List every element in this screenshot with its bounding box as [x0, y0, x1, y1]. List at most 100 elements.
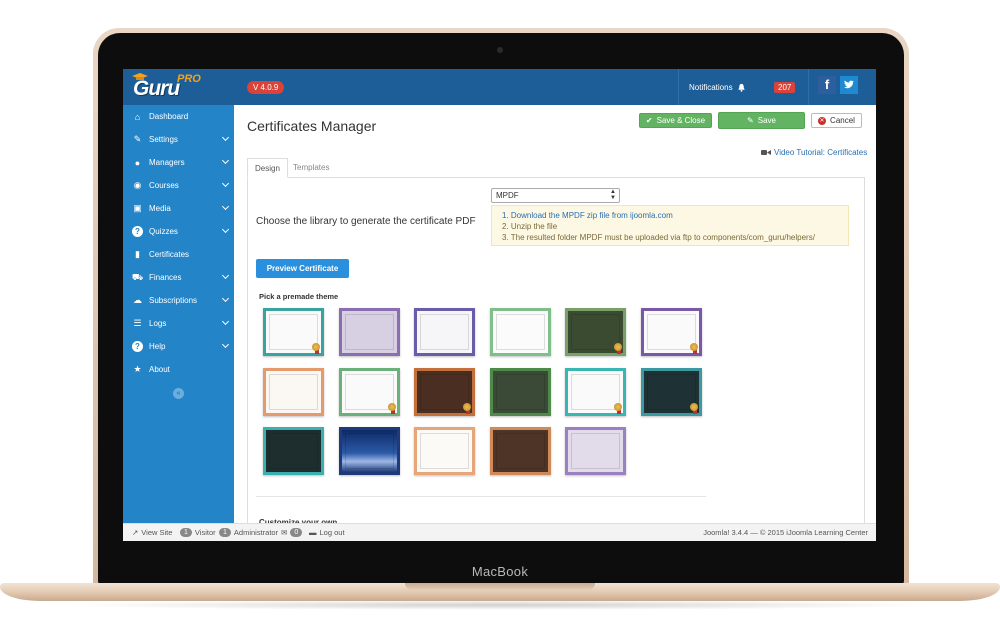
library-label: Choose the library to generate the certi… [256, 216, 476, 227]
video-camera-icon [761, 150, 771, 155]
theme-thumbnail[interactable] [414, 308, 475, 356]
instruction-step: 3. The resulted folder MPDF must be uplo… [502, 233, 815, 242]
sidebar-item-label: Media [149, 204, 171, 213]
download-link[interactable]: 1. Download the MPDF zip file from ijoom… [502, 210, 848, 221]
theme-thumbnail[interactable] [640, 308, 702, 356]
video-tutorial-link[interactable]: Video Tutorial: Certificates [761, 148, 867, 157]
facebook-icon[interactable]: f [818, 76, 836, 94]
design-panel: Choose the library to generate the certi… [247, 178, 865, 527]
sidebar-item-label: Finances [149, 273, 182, 282]
laptop-shadow [60, 600, 940, 610]
sidebar-item-label: About [149, 365, 170, 374]
chevron-down-icon [221, 225, 230, 234]
screen: Guru PRO V 4.0.9 Notifications 207 f ⌂ D… [123, 69, 876, 541]
library-select-value: MPDF [496, 191, 519, 200]
theme-inner-frame [269, 314, 318, 350]
chevron-down-icon [221, 271, 230, 280]
tab-bar: Design Templates [247, 158, 865, 178]
sidebar-item-label: Managers [149, 158, 185, 167]
sidebar-item-logs[interactable]: ☰ Logs [123, 312, 234, 335]
sidebar-item-settings[interactable]: ✎ Settings [123, 128, 234, 151]
cancel-button[interactable]: ✕ Cancel [811, 113, 862, 128]
seal-icon [614, 402, 622, 411]
bookmark-icon: ▮ [135, 249, 140, 259]
top-divider [678, 69, 679, 105]
view-site-link[interactable]: ↗ View Site [132, 528, 172, 537]
sidebar-item-courses[interactable]: ◉ Courses [123, 174, 234, 197]
tab-templates[interactable]: Templates [286, 158, 336, 178]
theme-thumbnail[interactable] [338, 308, 400, 356]
chevron-down-icon [221, 156, 230, 165]
sidebar-item-finances[interactable]: ⛟ Finances [123, 266, 234, 289]
theme-thumbnail[interactable] [338, 427, 400, 475]
sidebar: ⌂ Dashboard ✎ Settings ● Managers ◉ Courses ▣ Med… [123, 105, 234, 523]
sidebar-item-managers[interactable]: ● Managers [123, 151, 234, 174]
notifications-label: Notifications [689, 83, 733, 92]
theme-thumbnail[interactable] [414, 367, 475, 416]
logo[interactable]: Guru PRO [129, 73, 219, 101]
theme-inner-frame [344, 433, 394, 469]
theme-inner-frame [571, 373, 620, 410]
theme-thumbnail[interactable] [565, 367, 626, 416]
theme-thumbnail[interactable] [565, 308, 626, 356]
theme-inner-frame [495, 433, 545, 469]
logout-link[interactable]: ▬ Log out [309, 528, 345, 537]
theme-thumbnail[interactable] [565, 427, 626, 475]
tab-design[interactable]: Design [247, 158, 288, 178]
edit-icon: ✎ [747, 116, 754, 125]
admin-label: Administrator [233, 528, 279, 537]
stage: MacBook Guru PRO V 4.0.9 Notifications 2… [0, 0, 1000, 635]
chevron-down-icon [221, 202, 230, 211]
check-icon: ✔ [645, 116, 653, 125]
save-button[interactable]: ✎ Save [718, 112, 805, 129]
sidebar-item-media[interactable]: ▣ Media [123, 197, 234, 220]
sidebar-item-certificates[interactable]: ▮ Certificates [123, 243, 234, 266]
seal-icon [689, 402, 698, 411]
main-content: Certificates Manager ✔ Save & Close ✎ Sa… [234, 105, 876, 527]
sidebar-item-quizzes[interactable]: ? Quizzes [123, 220, 234, 243]
sidebar-item-help[interactable]: ? Help [123, 335, 234, 358]
theme-thumbnail[interactable] [338, 367, 400, 416]
library-select[interactable]: MPDF ▲ ▼ [491, 188, 620, 203]
eye-icon: ◉ [133, 180, 142, 190]
theme-thumbnail[interactable] [489, 427, 551, 475]
theme-inner-frame [495, 314, 545, 350]
bell-icon [737, 83, 745, 92]
messages-count: 0 [290, 528, 303, 537]
theme-inner-frame [571, 314, 620, 350]
admin-count: 1 [219, 528, 231, 537]
page-title: Certificates Manager [247, 118, 377, 134]
admin-indicator: 1 Administrator ✉ 0 [219, 528, 303, 537]
select-arrows-icon: ▲ ▼ [610, 189, 616, 201]
theme-grid [263, 308, 703, 478]
sidebar-item-subscriptions[interactable]: ☁ Subscriptions [123, 289, 234, 312]
save-close-button[interactable]: ✔ Save & Close [639, 113, 712, 128]
theme-inner-frame [646, 314, 696, 350]
device-brand: MacBook [471, 564, 529, 579]
cancel-label: Cancel [830, 116, 855, 125]
theme-thumbnail[interactable] [263, 367, 324, 416]
sidebar-item-label: Quizzes [149, 227, 178, 236]
preview-certificate-button[interactable]: Preview Certificate [256, 259, 349, 278]
collapse-sidebar-button[interactable]: « [173, 388, 184, 399]
notifications-button[interactable]: Notifications [689, 83, 746, 92]
theme-thumbnail[interactable] [414, 427, 475, 475]
theme-thumbnail[interactable] [640, 367, 702, 416]
sidebar-item-about[interactable]: ★ About [123, 358, 234, 381]
sidebar-item-dashboard[interactable]: ⌂ Dashboard [123, 105, 234, 128]
chevron-down-icon [221, 133, 230, 142]
notifications-count[interactable]: 207 [774, 82, 796, 93]
theme-thumbnail[interactable] [489, 367, 551, 416]
twitter-icon[interactable] [840, 76, 858, 94]
list-icon: ☰ [133, 318, 142, 328]
theme-thumbnail[interactable] [263, 427, 324, 475]
theme-thumbnail[interactable] [489, 308, 551, 356]
visitor-label: Visitor [194, 528, 216, 537]
external-link-icon: ↗ [132, 528, 139, 537]
theme-inner-frame [420, 314, 469, 350]
chevron-down-icon [221, 179, 230, 188]
user-icon: ● [134, 157, 141, 168]
theme-inner-frame [420, 433, 469, 469]
top-divider [808, 69, 809, 105]
theme-thumbnail[interactable] [263, 308, 324, 356]
